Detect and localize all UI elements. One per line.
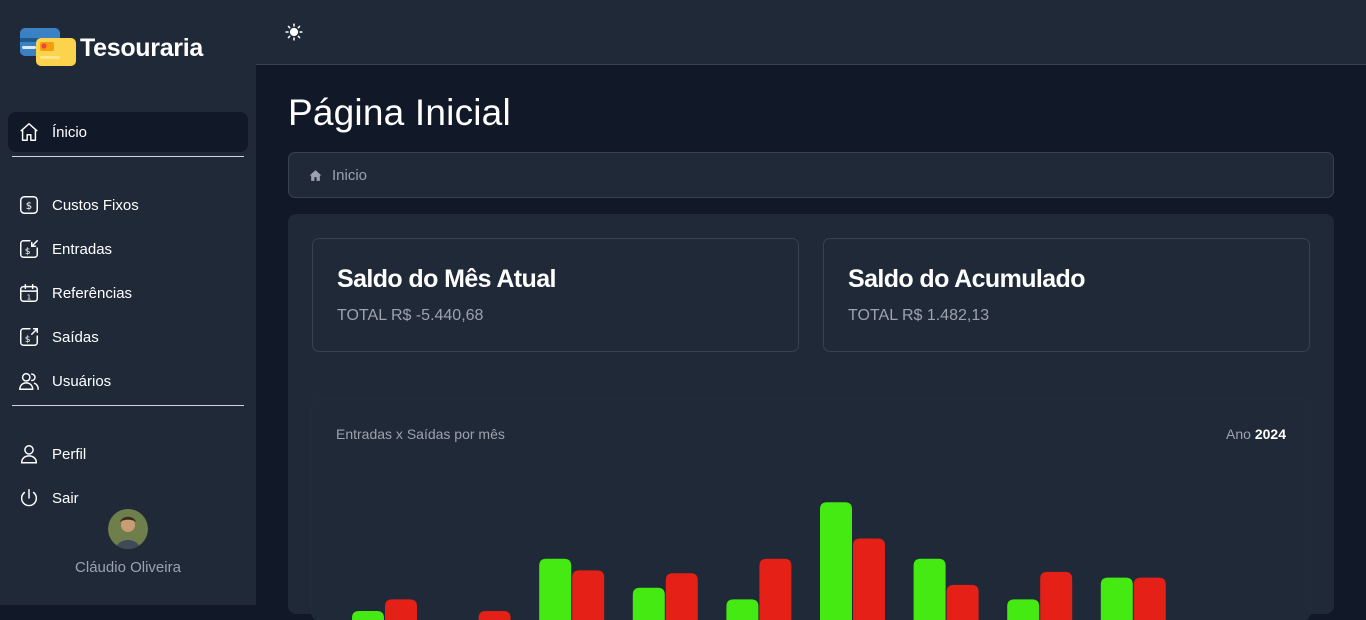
bar-chart [312,400,1310,620]
sidebar-item-saidas[interactable]: $ Saídas [8,317,248,357]
divider [12,156,244,157]
bar-entradas[interactable] [914,559,946,620]
app-name: Tesouraria [80,34,203,63]
bar-entradas[interactable] [1007,599,1039,620]
sidebar-item-label: Usuários [52,373,111,390]
breadcrumb-item[interactable]: Inicio [332,167,367,184]
wallet-logo-icon [18,26,78,70]
bar-saidas[interactable] [853,539,885,620]
dollar-square-icon: $ [18,194,40,216]
card-title: Saldo do Mês Atual [337,265,556,294]
sun-icon[interactable] [282,20,306,44]
bar-entradas[interactable] [352,611,384,620]
card-title: Saldo do Acumulado [848,265,1085,294]
bar-entradas[interactable] [1101,578,1133,620]
calendar-icon: 1 [18,282,40,304]
chart-container: Entradas x Saídas por mês Ano 2024 [312,400,1310,620]
bar-saidas[interactable] [947,585,979,620]
home-icon [18,121,40,143]
svg-text:1: 1 [27,292,32,301]
dashboard-panel: Saldo do Mês Atual TOTAL R$ -5.440,68 Sa… [288,214,1334,614]
avatar[interactable] [108,509,148,549]
bar-saidas[interactable] [385,599,417,620]
users-icon [18,370,40,392]
page-title: Página Inicial [288,92,511,134]
svg-text:$: $ [25,334,31,345]
money-out-icon: $ [18,326,40,348]
sidebar: Tesouraria Ínicio $ Custos Fixos $ [0,0,256,605]
sidebar-item-entradas[interactable]: $ Entradas [8,229,248,269]
home-icon[interactable] [309,169,322,182]
user-icon [18,443,40,465]
bar-saidas[interactable] [1134,578,1166,620]
power-icon [18,487,40,509]
sidebar-item-label: Referências [52,285,132,302]
sidebar-item-referencias[interactable]: 1 Referências [8,273,248,313]
bar-saidas[interactable] [759,559,791,620]
bar-entradas[interactable] [820,502,852,620]
bar-entradas[interactable] [539,559,571,620]
sidebar-item-usuarios[interactable]: Usuários [8,361,248,401]
sidebar-item-custos-fixos[interactable]: $ Custos Fixos [8,185,248,225]
brand[interactable]: Tesouraria [18,26,203,70]
sidebar-item-perfil[interactable]: Perfil [8,434,248,474]
svg-text:$: $ [26,201,32,212]
sidebar-item-label: Sair [52,490,79,507]
breadcrumb: Inicio [288,152,1334,198]
card-saldo-mes: Saldo do Mês Atual TOTAL R$ -5.440,68 [312,238,799,352]
card-value: TOTAL R$ -5.440,68 [337,307,483,325]
card-saldo-acumulado: Saldo do Acumulado TOTAL R$ 1.482,13 [823,238,1310,352]
money-in-icon: $ [18,238,40,260]
bar-saidas[interactable] [572,570,604,620]
sidebar-item-label: Perfil [52,446,86,463]
sidebar-item-label: Entradas [52,241,112,258]
user-name: Cláudio Oliveira [0,559,256,576]
divider [12,405,244,406]
bar-saidas[interactable] [479,611,511,620]
sidebar-item-label: Saídas [52,329,99,346]
bar-entradas[interactable] [633,588,665,620]
top-bar [256,0,1366,65]
bar-saidas[interactable] [666,573,698,620]
card-value: TOTAL R$ 1.482,13 [848,307,989,325]
sidebar-item-inicio[interactable]: Ínicio [8,112,248,152]
bar-entradas[interactable] [726,599,758,620]
svg-text:$: $ [25,246,31,257]
sidebar-item-label: Custos Fixos [52,197,139,214]
sidebar-item-label: Ínicio [52,124,87,141]
bar-saidas[interactable] [1040,572,1072,620]
